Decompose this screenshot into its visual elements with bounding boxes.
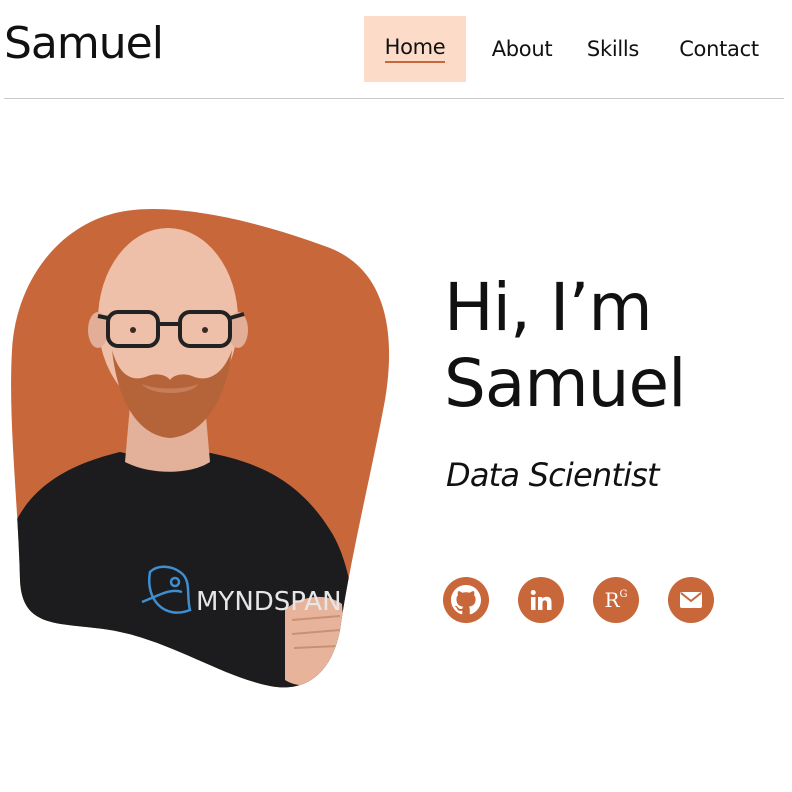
hero-name: Samuel [444, 345, 686, 422]
nav-contact-label: Contact [679, 37, 759, 61]
header-divider [4, 98, 784, 99]
github-icon [451, 585, 481, 615]
nav-about[interactable]: About [466, 16, 570, 82]
mail-icon [680, 592, 702, 608]
shirt-text: MYNDSPAN [196, 587, 342, 617]
site-logo[interactable]: Samuel [4, 18, 164, 69]
nav-home-label: Home [384, 35, 446, 63]
profile-photo: MYNDSPAN [11, 209, 390, 688]
hero-greeting: Hi, I’m [444, 269, 653, 346]
nav-skills[interactable]: Skills [570, 16, 656, 82]
hero-role: Data Scientist [446, 456, 660, 494]
hero-heading: Hi, I’m Samuel [444, 269, 686, 422]
linkedin-link[interactable] [518, 577, 564, 623]
nav-home[interactable]: Home [364, 16, 466, 82]
linkedin-icon [530, 590, 552, 610]
nav-about-label: About [491, 37, 553, 61]
nav-skills-label: Skills [586, 37, 640, 61]
researchgate-g: G [619, 589, 628, 601]
researchgate-r: R [604, 588, 620, 612]
nav-contact[interactable]: Contact [656, 16, 770, 82]
email-link[interactable] [668, 577, 714, 623]
researchgate-icon: RG [604, 590, 627, 610]
site-header: Samuel Home About Skills Contact [0, 0, 792, 100]
github-link[interactable] [443, 577, 489, 623]
social-links: RG [443, 577, 743, 623]
main-nav: Home About Skills Contact [364, 16, 770, 82]
researchgate-link[interactable]: RG [593, 577, 639, 623]
